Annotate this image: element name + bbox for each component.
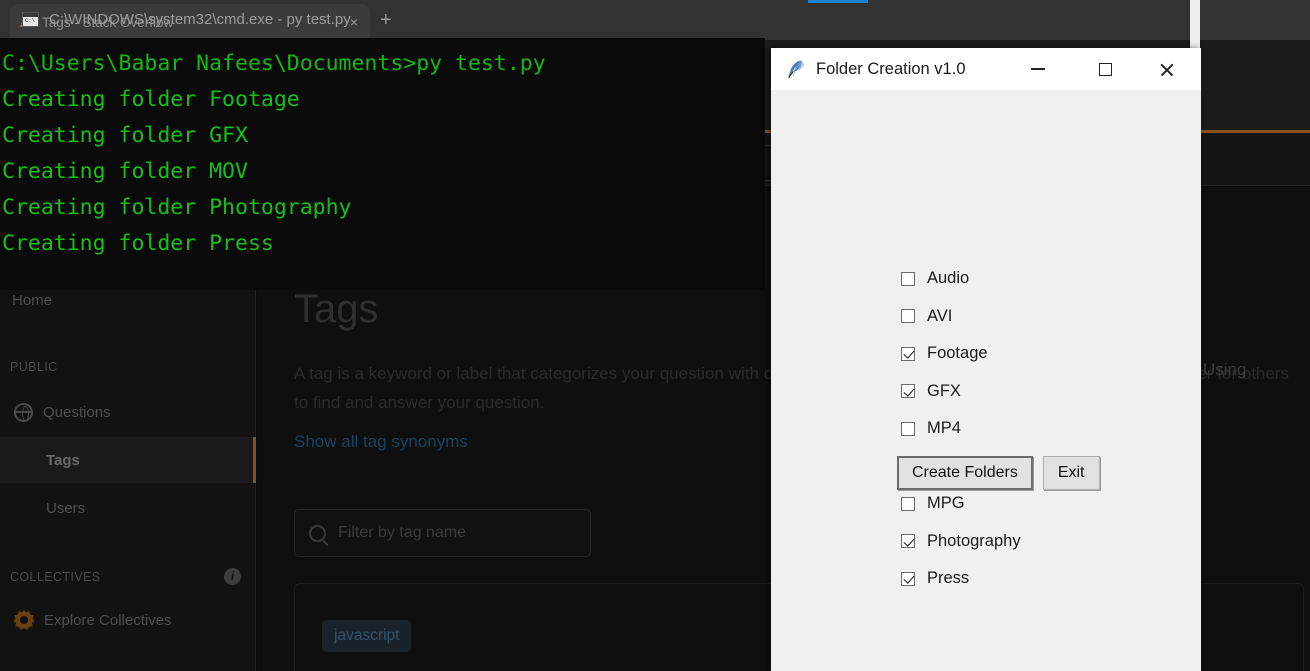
collectives-icon [14, 610, 34, 630]
active-tab-accent [808, 0, 868, 3]
sidebar-item-label: Explore Collectives [44, 611, 172, 629]
sidebar-section-collectives: COLLECTIVES [10, 570, 101, 584]
checkbox-icon[interactable] [901, 571, 915, 586]
dialog-button-row: Create Folders Exit [897, 456, 1100, 490]
console-line: Creating folder MOV [2, 159, 248, 184]
dialog-title-bar[interactable]: Folder Creation v1.0 [771, 48, 1201, 90]
command-prompt-window: C:\WINDOWS\system32\cmd.exe - py test.py… [0, 0, 765, 290]
console-output[interactable]: C:\Users\Babar Nafees\Documents>py test.… [0, 38, 765, 290]
checkbox-label: MPG [927, 494, 965, 513]
checkbox-row-mpg[interactable]: MPG [901, 485, 1021, 523]
sidebar-item-label: Questions [43, 403, 111, 421]
console-line: Creating folder Photography [2, 195, 352, 220]
checkbox-label: GFX [927, 381, 961, 400]
dialog-body: Audio AVI Footage GFX MP4 MPG Photograph… [771, 90, 1201, 671]
folder-creation-dialog: Folder Creation v1.0 Audio AVI Footage G… [771, 48, 1201, 671]
search-icon [309, 524, 326, 542]
minimize-icon[interactable] [1014, 48, 1061, 90]
checkbox-row-audio[interactable]: Audio [901, 260, 1021, 298]
checkbox-row-footage[interactable]: Footage [901, 335, 1021, 373]
checkbox-label: Footage [927, 344, 988, 363]
sidebar-item-tags[interactable]: Tags [0, 437, 256, 483]
checkbox-row-avi[interactable]: AVI [901, 298, 1021, 336]
tag-filter-placeholder: Filter by tag name [338, 524, 467, 541]
console-line: Creating folder Footage [2, 87, 300, 112]
console-title-bar[interactable]: C:\WINDOWS\system32\cmd.exe - py test.py [0, 0, 765, 38]
checkbox-row-press[interactable]: Press [901, 560, 1021, 598]
maximize-icon[interactable] [1082, 48, 1129, 90]
show-tag-synonyms-link[interactable]: Show all tag synonyms [294, 432, 468, 452]
page-description-overflow: Using [1203, 360, 1247, 379]
tag-chip[interactable]: javascript [322, 620, 412, 652]
checkbox-icon[interactable] [901, 346, 915, 361]
checkbox-icon[interactable] [901, 309, 915, 324]
sidebar-item-label: Users [46, 499, 86, 517]
checkbox-row-gfx[interactable]: GFX [901, 373, 1021, 411]
globe-icon [14, 402, 33, 422]
sidebar-item-users[interactable]: Users [0, 485, 256, 531]
checkbox-icon[interactable] [901, 496, 915, 511]
checkbox-label: Audio [927, 269, 970, 288]
console-line: Creating folder Press [2, 231, 274, 256]
checkbox-icon[interactable] [901, 271, 915, 286]
checkbox-label: Photography [927, 531, 1021, 550]
info-icon[interactable]: i [224, 568, 241, 585]
checkbox-row-mp4[interactable]: MP4 [901, 410, 1021, 448]
console-title: C:\WINDOWS\system32\cmd.exe - py test.py [49, 10, 351, 28]
sidebar-item-label: Tags [46, 451, 80, 469]
sidebar-item-questions[interactable]: Questions [0, 389, 256, 435]
create-folders-button[interactable]: Create Folders [897, 456, 1033, 490]
close-icon[interactable] [1143, 48, 1190, 90]
page-title: Tags [294, 287, 379, 331]
console-line: C:\Users\Babar Nafees\Documents>py test.… [2, 51, 546, 76]
screen: Tags - Stack Overflow × + ← → ↻ stackove… [0, 0, 1310, 671]
folder-checkbox-list: Audio AVI Footage GFX MP4 MPG Photograph… [901, 260, 1021, 598]
exit-button[interactable]: Exit [1042, 456, 1100, 490]
checkbox-icon[interactable] [901, 384, 915, 399]
checkbox-label: AVI [927, 306, 953, 325]
checkbox-label: MP4 [927, 419, 961, 438]
checkbox-icon[interactable] [901, 421, 915, 436]
sidebar-item-explore-collectives[interactable]: Explore Collectives [0, 597, 256, 643]
cmd-icon [22, 11, 39, 27]
sidebar-section-public: PUBLIC [10, 360, 58, 374]
tag-filter-input[interactable]: Filter by tag name [294, 509, 591, 557]
checkbox-label: Press [927, 569, 970, 588]
console-line: Creating folder GFX [2, 123, 248, 148]
checkbox-icon[interactable] [901, 534, 915, 549]
dialog-title: Folder Creation v1.0 [816, 59, 966, 78]
checkbox-row-photography[interactable]: Photography [901, 523, 1021, 561]
sidebar-item-home[interactable]: Home [12, 292, 52, 309]
tkinter-feather-icon [788, 60, 804, 79]
